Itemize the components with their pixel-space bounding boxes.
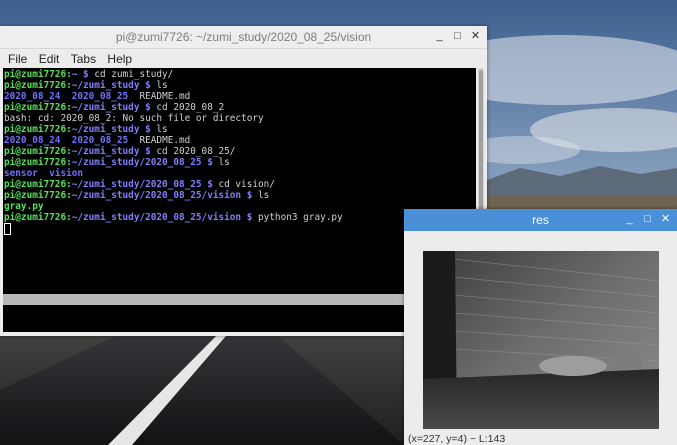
terminal-line: 2020_08_24 2020_08_25 README.md — [4, 135, 343, 146]
terminal-segment: pi@zumi7726: — [4, 179, 72, 190]
terminal-segment: ~/zumi_study/2020_08_25/vision $ — [71, 190, 258, 201]
terminal-line: pi@zumi7726:~/zumi_study $ cd 2020_08_25… — [4, 146, 343, 157]
terminal-segment: cd 2020_08_2 — [156, 102, 225, 113]
terminal-titlebar[interactable]: pi@zumi7726: ~/zumi_study/2020_08_25/vis… — [0, 26, 487, 49]
res-close-button[interactable]: ✕ — [660, 212, 671, 226]
terminal-segment — [60, 91, 71, 102]
terminal-segment: python3 gray.py — [258, 212, 343, 223]
terminal-line: 2020_08_24 2020_08_25 README.md — [4, 91, 343, 102]
terminal-segment: bash: cd: 2020_08_2: No such file or dir… — [4, 113, 264, 124]
terminal-segment: pi@zumi7726: — [4, 69, 72, 80]
terminal-segment: ~/zumi_study $ — [71, 80, 157, 91]
terminal-segment: ~/zumi_study $ — [71, 102, 157, 113]
terminal-line: pi@zumi7726:~/zumi_study/2020_08_25/visi… — [4, 212, 343, 223]
terminal-line: bash: cd: 2020_08_2: No such file or dir… — [4, 113, 343, 124]
terminal-line: pi@zumi7726:~/zumi_study/2020_08_25 $ ls — [4, 157, 343, 168]
terminal-segment: README.md — [128, 91, 191, 102]
res-titlebar[interactable]: res _ □ ✕ — [404, 209, 677, 231]
pixel-status-bar: (x=227, y=4) ~ L:143 — [408, 433, 506, 445]
menu-edit[interactable]: Edit — [39, 52, 60, 66]
terminal-segment: ls — [156, 124, 168, 135]
terminal-segment: pi@zumi7726: — [4, 212, 72, 223]
terminal-segment: pi@zumi7726: — [4, 80, 72, 91]
terminal-segment: pi@zumi7726: — [4, 124, 72, 135]
terminal-line: pi@zumi7726:~/zumi_study $ ls — [4, 80, 343, 91]
window-title: pi@zumi7726: ~/zumi_study/2020_08_25/vis… — [115, 30, 372, 44]
terminal-segment: 2020_08_24 — [4, 135, 61, 146]
terminal-segment: 2020_08_24 — [4, 91, 61, 102]
terminal-segment — [38, 168, 49, 179]
terminal-segment: gray.py — [4, 201, 44, 212]
text-cursor — [4, 223, 11, 235]
grayscale-camera-image — [423, 251, 659, 429]
terminal-segment: pi@zumi7726: — [4, 190, 72, 201]
terminal-line: pi@zumi7726:~/zumi_study/2020_08_25/visi… — [4, 190, 343, 201]
close-button[interactable]: ✕ — [470, 29, 481, 43]
maximize-button[interactable]: □ — [452, 29, 463, 43]
menu-tabs[interactable]: Tabs — [71, 52, 96, 66]
terminal-segment: README.md — [128, 135, 191, 146]
terminal-segment: ls — [258, 190, 270, 201]
terminal-segment: cd vision/ — [218, 179, 275, 190]
res-minimize-button[interactable]: _ — [624, 212, 635, 226]
terminal-segment: ~/zumi_study/2020_08_25/vision $ — [71, 212, 258, 223]
terminal-line: pi@zumi7726:~/zumi_study $ cd 2020_08_2 — [4, 102, 343, 113]
terminal-segment: 2020_08_25 — [71, 135, 129, 146]
terminal-segment: cd zumi_study/ — [94, 69, 174, 80]
minimize-button[interactable]: _ — [434, 29, 445, 43]
terminal-segment: ~/zumi_study/2020_08_25 $ — [71, 179, 219, 190]
terminal-segment: sensor — [4, 168, 38, 179]
terminal-text: pi@zumi7726:~ $ cd zumi_study/pi@zumi772… — [4, 69, 343, 235]
menubar: File Edit Tabs Help — [0, 49, 487, 67]
terminal-segment: ~/zumi_study $ — [71, 124, 157, 135]
terminal-segment: ~/zumi_study/2020_08_25 $ — [71, 157, 219, 168]
terminal-line: sensor vision — [4, 168, 343, 179]
terminal-segment: pi@zumi7726: — [4, 146, 72, 157]
terminal-segment: pi@zumi7726: — [4, 157, 72, 168]
terminal-segment: cd 2020_08_25/ — [156, 146, 236, 157]
terminal-line: gray.py — [4, 201, 343, 212]
terminal-segment — [60, 135, 71, 146]
terminal-segment: ~/zumi_study $ — [71, 146, 157, 157]
terminal-segment: vision — [49, 168, 84, 179]
terminal-segment: ls — [218, 157, 230, 168]
menu-file[interactable]: File — [8, 52, 27, 66]
res-window: res _ □ ✕ (x=227, y=4) ~ L:143 — [404, 209, 677, 445]
terminal-segment: ls — [156, 80, 168, 91]
terminal-line: pi@zumi7726:~ $ cd zumi_study/ — [4, 69, 343, 80]
terminal-segment: 2020_08_25 — [71, 91, 129, 102]
menu-help[interactable]: Help — [107, 52, 132, 66]
terminal-cursor-line — [4, 223, 343, 235]
res-maximize-button[interactable]: □ — [642, 212, 653, 226]
terminal-segment: ~ $ — [71, 69, 95, 80]
terminal-segment: pi@zumi7726: — [4, 102, 72, 113]
terminal-line: pi@zumi7726:~/zumi_study/2020_08_25 $ cd… — [4, 179, 343, 190]
terminal-line: pi@zumi7726:~/zumi_study $ ls — [4, 124, 343, 135]
